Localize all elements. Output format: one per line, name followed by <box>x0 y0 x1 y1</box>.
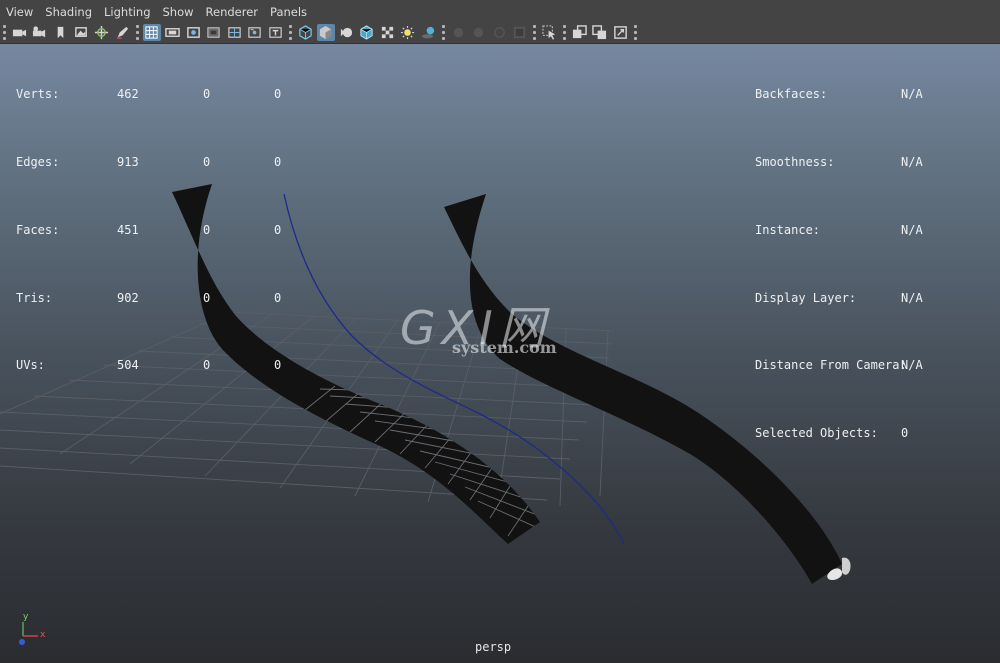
hud-value: 0 <box>274 358 282 373</box>
hud-value: 0 <box>274 154 282 169</box>
film-gate-icon[interactable] <box>163 24 181 41</box>
hud-value: N/A <box>901 358 923 373</box>
toolbar-separator <box>533 25 537 40</box>
hud-value: 0 <box>203 222 211 237</box>
hud-row-edges: Edges: 913 0 0 <box>16 151 316 174</box>
wireframe-on-shaded-icon[interactable] <box>358 24 376 41</box>
hud-label: Faces: <box>16 222 60 237</box>
hud-label: Verts: <box>16 87 60 102</box>
hud-value: 0 <box>901 426 909 441</box>
safe-title-icon[interactable] <box>266 24 284 41</box>
hud-value: 451 <box>117 222 139 237</box>
hud-value: 0 <box>203 154 211 169</box>
2d-pan-zoom-icon[interactable] <box>93 24 111 41</box>
hud-value: 0 <box>203 358 211 373</box>
toolbar-separator <box>633 25 637 40</box>
hud-row-backfaces: Backfaces: N/A <box>755 83 995 106</box>
maya-viewport-panel: View Shading Lighting Show Renderer Pane… <box>0 0 1000 663</box>
isolate-select-icon[interactable] <box>541 24 559 41</box>
camera-icon[interactable] <box>10 24 28 41</box>
hud-value: 0 <box>274 290 282 305</box>
toolbar-separator <box>288 25 292 40</box>
grid-icon[interactable] <box>142 24 161 41</box>
hud-label: Distance From Camera: <box>755 358 907 373</box>
default-material-icon[interactable] <box>337 24 355 41</box>
wireframe-icon[interactable] <box>296 24 314 41</box>
hud-value: 504 <box>117 358 139 373</box>
hud-row-smoothness: Smoothness: N/A <box>755 151 995 174</box>
xray-icon[interactable] <box>570 24 588 41</box>
camera-attributes-icon[interactable] <box>31 24 49 41</box>
toolbar-separator <box>562 25 566 40</box>
depth-of-field-icon[interactable] <box>511 24 529 41</box>
menu-renderer[interactable]: Renderer <box>200 0 265 22</box>
bookmark-icon[interactable] <box>51 24 69 41</box>
field-chart-icon[interactable] <box>225 24 243 41</box>
hud-value: 0 <box>203 87 211 102</box>
hud-value: 902 <box>117 290 139 305</box>
hud-label: Display Layer: <box>755 290 857 305</box>
view-axis-gizmo <box>19 622 38 645</box>
persp-viewport[interactable]: y x Verts: 462 0 0 Edges: 913 0 0 Faces:… <box>0 44 1000 663</box>
toolbar-separator <box>441 25 445 40</box>
hud-row-display-layer: Display Layer: N/A <box>755 287 995 310</box>
hud-value: N/A <box>901 154 923 169</box>
multisample-aa-icon[interactable] <box>490 24 508 41</box>
hud-value: 462 <box>117 87 139 102</box>
resolution-gate-icon[interactable] <box>184 24 202 41</box>
hud-value: 0 <box>203 290 211 305</box>
hud-label: Tris: <box>16 290 53 305</box>
screen-space-ao-icon[interactable] <box>449 24 467 41</box>
watermark-domain-text: system.com <box>452 338 557 357</box>
hud-value: 0 <box>274 87 282 102</box>
menu-show[interactable]: Show <box>157 0 200 22</box>
grease-pencil-icon[interactable] <box>113 24 131 41</box>
hud-label: Smoothness: <box>755 154 835 169</box>
toolbar-grip[interactable] <box>3 25 6 40</box>
poly-count-hud: Verts: 462 0 0 Edges: 913 0 0 Faces: 451… <box>16 44 316 422</box>
menu-panels[interactable]: Panels <box>264 0 313 22</box>
xray-joints-icon[interactable] <box>591 24 609 41</box>
smooth-shade-icon[interactable] <box>316 24 335 41</box>
menu-view[interactable]: View <box>0 0 39 22</box>
hud-row-selected-objects: Selected Objects: 0 <box>755 422 995 445</box>
site-watermark: GXI网 system.com <box>400 300 570 370</box>
menu-shading[interactable]: Shading <box>39 0 98 22</box>
panel-menubar: View Shading Lighting Show Renderer Pane… <box>0 0 1000 22</box>
hud-value: N/A <box>901 87 923 102</box>
shadows-icon[interactable] <box>420 24 438 41</box>
hud-label: Instance: <box>755 222 821 237</box>
xray-components-icon[interactable] <box>611 24 629 41</box>
hud-row-tris: Tris: 902 0 0 <box>16 287 316 310</box>
use-all-lights-icon[interactable] <box>399 24 417 41</box>
hud-row-verts: Verts: 462 0 0 <box>16 83 316 106</box>
object-details-hud: Backfaces: N/A Smoothness: N/A Instance:… <box>755 44 995 490</box>
hud-value: N/A <box>901 290 923 305</box>
hud-value: 0 <box>274 222 282 237</box>
hud-label: Edges: <box>16 154 60 169</box>
camera-name-label: persp <box>475 640 512 654</box>
panel-toolbar <box>0 22 1000 44</box>
hud-label: Selected Objects: <box>755 426 878 441</box>
gate-mask-icon[interactable] <box>205 24 223 41</box>
image-plane-icon[interactable] <box>72 24 90 41</box>
hud-row-faces: Faces: 451 0 0 <box>16 219 316 242</box>
hud-label: UVs: <box>16 358 45 373</box>
hud-row-distance-from-camera: Distance From Camera: N/A <box>755 354 995 377</box>
menu-lighting[interactable]: Lighting <box>98 0 156 22</box>
hud-value: N/A <box>901 222 923 237</box>
hud-label: Backfaces: <box>755 87 828 102</box>
motion-blur-icon[interactable] <box>470 24 488 41</box>
hud-row-instance: Instance: N/A <box>755 219 995 242</box>
axis-label-y: y <box>23 612 29 622</box>
textured-icon[interactable] <box>378 24 396 41</box>
axis-label-x: x <box>40 630 46 640</box>
hud-row-uvs: UVs: 504 0 0 <box>16 354 316 377</box>
toolbar-separator <box>135 25 139 40</box>
tube-end-cap-2 <box>842 557 851 575</box>
hud-value: 913 <box>117 154 139 169</box>
safe-action-icon[interactable] <box>246 24 264 41</box>
